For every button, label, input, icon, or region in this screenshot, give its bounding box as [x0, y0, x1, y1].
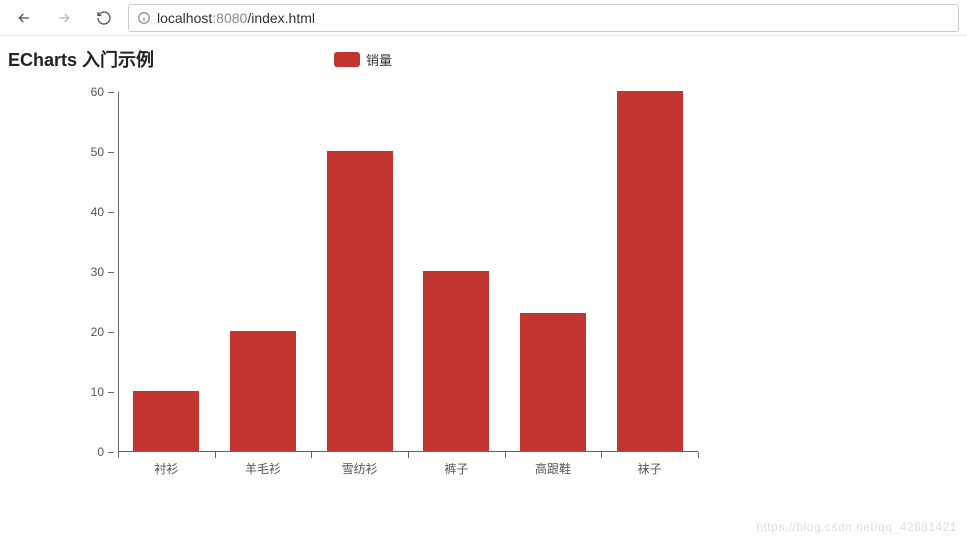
arrow-left-icon — [16, 10, 32, 26]
chart-title: ECharts 入门示例 — [8, 46, 154, 72]
bar[interactable] — [133, 391, 199, 451]
y-tick-label: 30 — [91, 265, 104, 279]
x-tick-mark — [118, 452, 119, 458]
y-tick-mark — [108, 92, 114, 93]
url-path: /index.html — [247, 10, 315, 26]
x-tick-label: 高跟鞋 — [535, 460, 571, 477]
y-tick-label: 60 — [91, 85, 104, 99]
bars-container — [118, 92, 698, 451]
arrow-right-icon — [56, 10, 72, 26]
back-button[interactable] — [8, 4, 40, 32]
info-icon — [137, 11, 151, 25]
url-host: localhost — [157, 10, 212, 26]
x-tick-mark — [311, 452, 312, 458]
y-tick-label: 20 — [91, 325, 104, 339]
x-tick-mark — [698, 452, 699, 458]
chart-area: 0102030405060 衬衫羊毛衫雪纺衫裤子高跟鞋袜子 — [58, 92, 718, 512]
y-tick-label: 40 — [91, 205, 104, 219]
address-bar[interactable]: localhost:8080/index.html — [128, 4, 959, 32]
bar[interactable] — [230, 331, 296, 451]
x-tick-label: 雪纺衫 — [342, 460, 378, 477]
legend-swatch-icon — [334, 52, 360, 67]
url-text: localhost:8080/index.html — [157, 10, 315, 26]
x-tick-mark — [505, 452, 506, 458]
y-tick-mark — [108, 272, 114, 273]
y-axis-line — [118, 92, 119, 452]
forward-button[interactable] — [48, 4, 80, 32]
x-tick-label: 衬衫 — [154, 460, 178, 477]
bar[interactable] — [327, 151, 393, 451]
bar[interactable] — [520, 313, 586, 451]
legend-label: 销量 — [366, 50, 392, 69]
y-tick-mark — [108, 212, 114, 213]
y-tick-mark — [108, 332, 114, 333]
x-axis: 衬衫 羊毛衫 雪纺衫 裤子 高跟鞋 袜子 — [118, 452, 698, 482]
y-tick-label: 50 — [91, 145, 104, 159]
reload-button[interactable] — [88, 4, 120, 32]
bar[interactable] — [423, 271, 489, 451]
x-tick-label: 袜子 — [638, 460, 662, 477]
browser-toolbar: localhost:8080/index.html — [0, 0, 967, 36]
x-tick-label: 羊毛衫 — [245, 460, 281, 477]
y-axis: 0102030405060 — [58, 92, 114, 452]
chart-header: ECharts 入门示例 销量 — [8, 46, 967, 72]
x-tick-mark — [215, 452, 216, 458]
reload-icon — [96, 10, 112, 26]
legend-item[interactable]: 销量 — [334, 50, 392, 69]
y-tick-mark — [108, 152, 114, 153]
x-tick-label: 裤子 — [444, 460, 468, 477]
x-tick-mark — [408, 452, 409, 458]
y-tick-mark — [108, 452, 114, 453]
bar[interactable] — [617, 91, 683, 451]
y-tick-mark — [108, 392, 114, 393]
y-tick-label: 10 — [91, 385, 104, 399]
y-tick-label: 0 — [97, 445, 104, 459]
x-tick-mark — [601, 452, 602, 458]
watermark: https://blog.csdn.net/qq_42881421 — [756, 520, 957, 534]
plot-area — [118, 92, 698, 452]
url-port: :8080 — [212, 10, 247, 26]
page-content: ECharts 入门示例 销量 0 10 20 30 40 50 60 衬衫 羊毛衫 雪纺衫 裤子… — [0, 36, 967, 512]
